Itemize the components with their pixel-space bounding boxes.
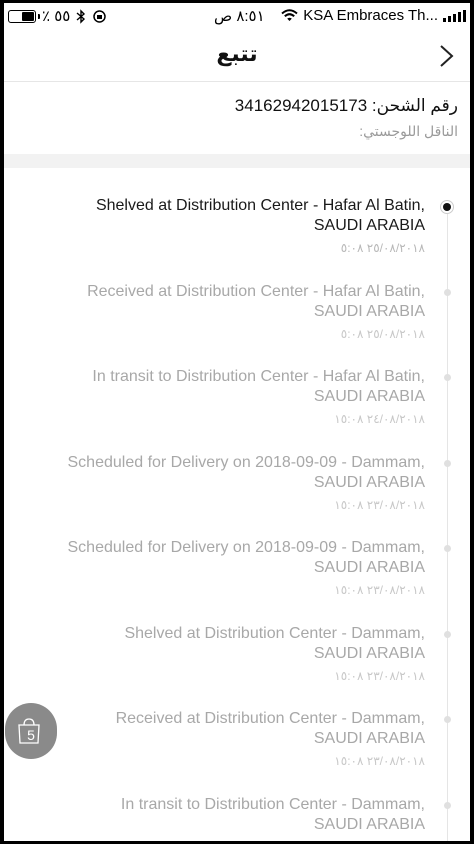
timeline-event: Scheduled for Delivery on 2018-09-09 - D… (25, 538, 426, 598)
status-left: ٪ ٥٥ (8, 7, 107, 25)
event-date: ٢٣/٠٨/٢٠١٨ ١٥:٠٨ (334, 583, 425, 597)
event-date: ٢٥/٠٨/٢٠١٨ ٥:٠٨ (340, 241, 425, 255)
status-right: KSA Embraces Th... (281, 7, 466, 24)
bluetooth-icon (76, 8, 86, 24)
event-description: Scheduled for Delivery on 2018-09-09 - D… (67, 453, 426, 471)
timeline-event: In transit to Distribution Center - Damm… (25, 795, 425, 835)
event-location: SAUDI ARABIA (313, 302, 425, 320)
event-location: SAUDI ARABIA (313, 644, 425, 662)
status-time: ٨:٥١ ص (214, 8, 265, 25)
event-date: ٢٤/٠٨/٢٠١٨ ١٥:٠٨ (334, 412, 425, 426)
timeline-dot (444, 288, 451, 296)
timeline-event: Shelved at Distribution Center - Dammam,… (25, 624, 425, 684)
event-location: SAUDI ARABIA (313, 815, 425, 833)
timeline-dot (444, 630, 451, 638)
event-date: ٢٥/٠٨/٢٠١٨ ٥:٠٨ (340, 326, 425, 341)
timeline-event: Shelved at Distribution Center - Hafar A… (25, 196, 425, 256)
rotation-lock-icon (93, 9, 107, 23)
event-description: Shelved at Distribution Center - Hafar A… (95, 197, 425, 214)
tracking-timeline: Shelved at Distribution Center - Hafar A… (4, 168, 470, 841)
event-location: SAUDI ARABIA (313, 730, 425, 747)
carrier-name: KSA Embraces Th... (303, 7, 438, 24)
event-description: Received at Distribution Center - Dammam… (115, 710, 425, 727)
event-description: Shelved at Distribution Center - Dammam, (124, 624, 425, 642)
timeline-event: Received at Distribution Center - Dammam… (25, 709, 425, 769)
event-location: SAUDI ARABIA (313, 217, 425, 234)
event-location: SAUDI ARABIA (313, 388, 425, 405)
event-description: In transit to Distribution Center - Hafa… (92, 368, 425, 385)
event-description: Scheduled for Delivery on 2018-09-09 - D… (67, 539, 426, 556)
nav-bar: تتبع (4, 29, 470, 82)
tracking-number: 34162942015173 (234, 96, 368, 115)
event-description: In transit to Distribution Center - Damm… (120, 795, 425, 813)
tracking-label: رقم الشحن: (371, 96, 458, 115)
event-location: SAUDI ARABIA (313, 559, 425, 576)
chevron-right-icon[interactable] (434, 41, 460, 71)
signal-icon (443, 9, 466, 22)
event-description: Received at Distribution Center - Hafar … (87, 282, 425, 300)
battery-fill (22, 11, 34, 21)
tracking-screen: ٪ ٥٥ ٨:٥١ ص KSA Embraces Th... تتبع رقم … (4, 3, 470, 841)
battery-icon (8, 9, 40, 23)
timeline-dot (444, 545, 451, 552)
timeline-dot-active (440, 200, 454, 214)
event-date: ٢٣/٠٨/٢٠١٨ ١٥:٠٨ (334, 668, 425, 683)
event-date: ٢٣/٠٨/٢٠١٨ ١٥:٠٨ (334, 497, 425, 512)
timeline-event: Scheduled for Delivery on 2018-09-09 - D… (25, 453, 426, 513)
timeline-dot (444, 801, 451, 809)
timeline-event: Received at Distribution Center - Hafar … (25, 282, 425, 342)
shipment-info: رقم الشحن: 34162942015173 الناقل اللوجست… (4, 82, 470, 154)
cart-button[interactable]: 5 (5, 703, 57, 759)
event-location: SAUDI ARABIA (313, 473, 425, 491)
section-divider (4, 154, 470, 168)
event-date: ٢٣/٠٨/٢٠١٨ ١٥:٠٨ (334, 754, 425, 768)
page-title: تتبع (216, 41, 258, 66)
battery-percent: ٪ ٥٥ (42, 8, 71, 25)
timeline-event: In transit to Distribution Center - Hafa… (25, 367, 425, 427)
status-bar: ٪ ٥٥ ٨:٥١ ص KSA Embraces Th... (4, 3, 470, 29)
timeline-dot (444, 374, 451, 381)
timeline-dot (444, 459, 451, 467)
wifi-icon (281, 9, 298, 21)
timeline-line (447, 203, 448, 841)
tracking-number-row: رقم الشحن: 34162942015173 (235, 96, 458, 116)
carrier-label: الناقل اللوجستي: (359, 123, 458, 139)
timeline-dot (444, 716, 451, 723)
cart-count: 5 (27, 727, 35, 743)
